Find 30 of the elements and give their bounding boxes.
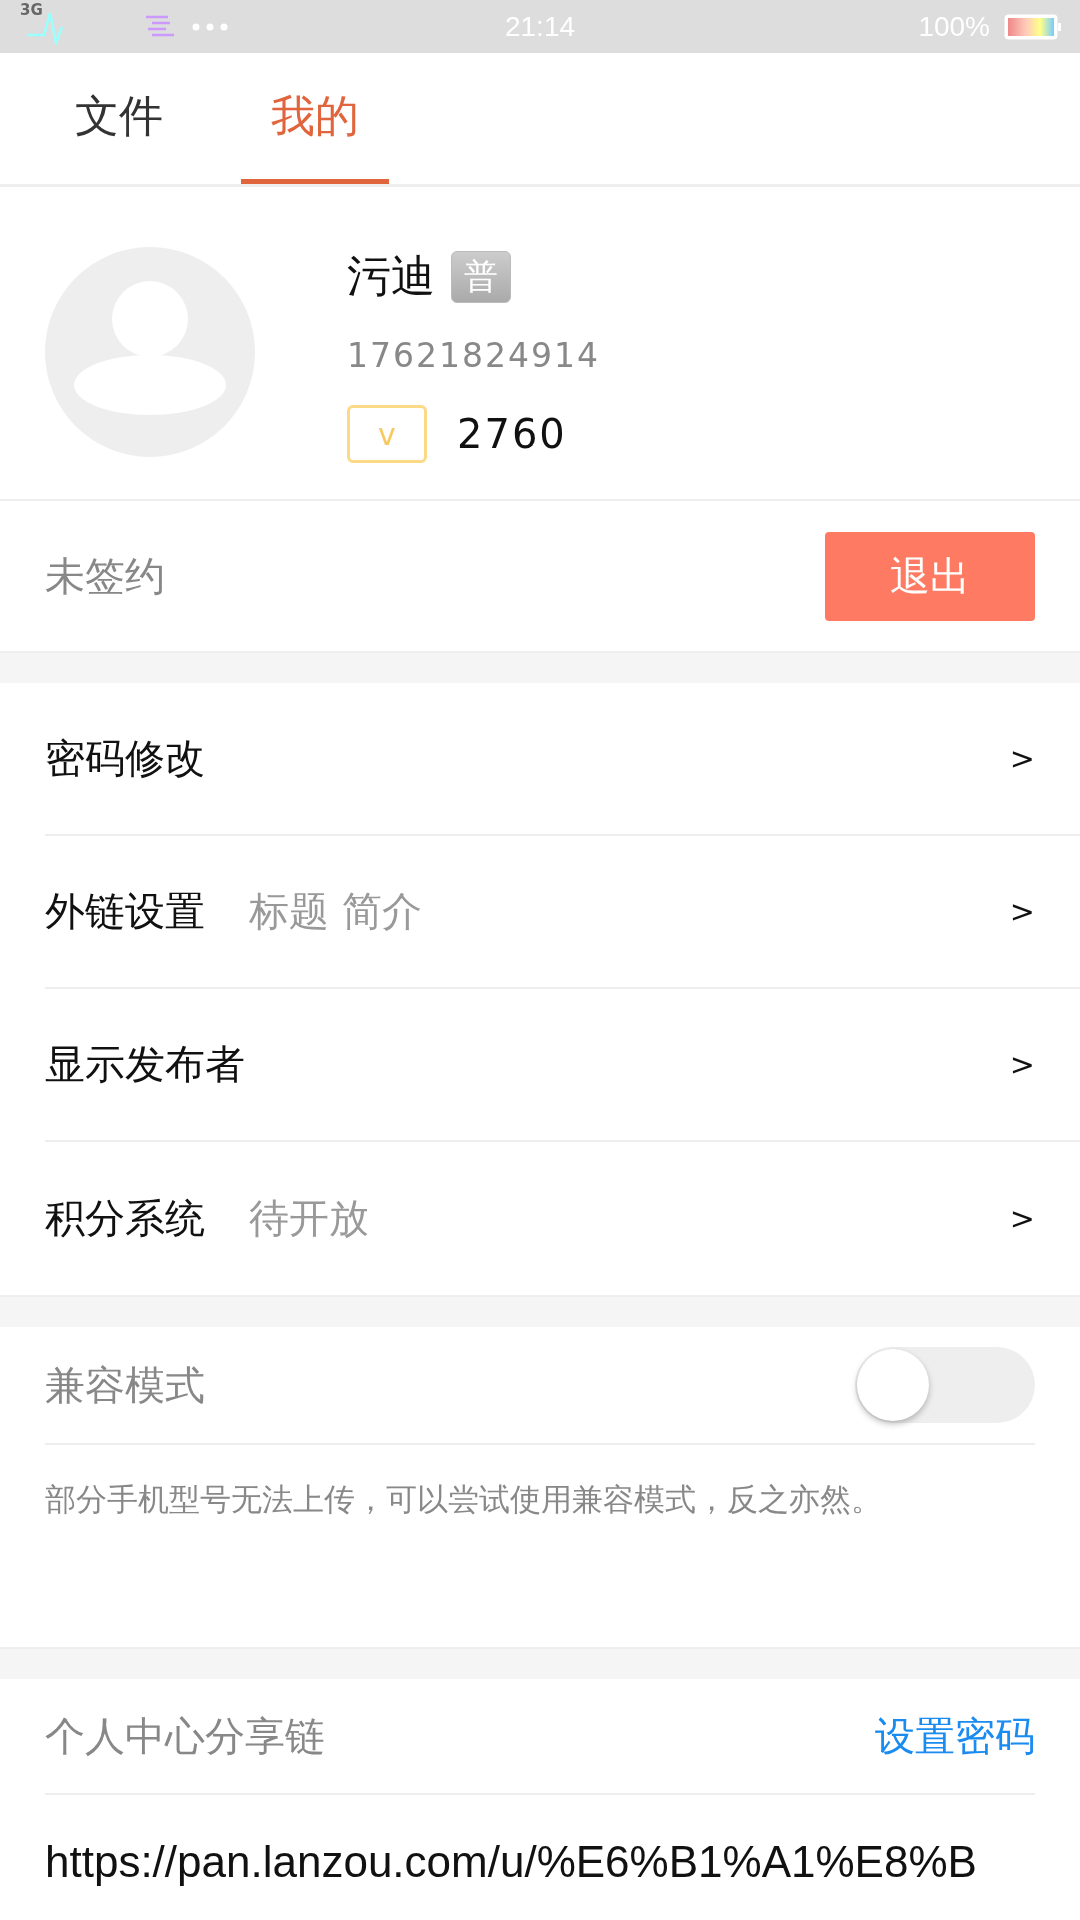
notification-icon	[146, 14, 176, 39]
level-badge: 普	[451, 250, 511, 303]
setting-description: 部分手机型号无法上传，可以尝试使用兼容模式，反之亦然。	[45, 1480, 883, 1519]
phone-number: 17621824914	[347, 336, 600, 375]
menu-label: 积分系统	[45, 1194, 205, 1243]
share-url: https://pan.lanzou.com/u/%E6%B1%A1%E8%B	[45, 1837, 978, 1887]
chevron-icon: >	[1009, 1047, 1035, 1082]
share-title: 个人中心分享链	[45, 1711, 325, 1761]
chevron-icon: >	[1009, 741, 1035, 776]
menu-item[interactable]: 外链设置 标题 简介 >	[45, 836, 1080, 989]
menu-label: 密码修改	[45, 734, 205, 783]
menu-item[interactable]: 积分系统 待开放 >	[45, 1142, 1080, 1295]
setting-label: 兼容模式	[45, 1360, 205, 1410]
menu-hint: 标题 简介	[249, 887, 422, 936]
points-value: 2760	[457, 411, 567, 457]
vip-badge: v	[347, 405, 427, 463]
chevron-icon: >	[1009, 1201, 1035, 1236]
user-name: 污迪	[347, 249, 435, 303]
menu-label: 显示发布者	[45, 1040, 245, 1089]
menu-item[interactable]: 显示发布者 >	[45, 989, 1080, 1142]
chevron-icon: >	[1009, 894, 1035, 929]
network-label: 3G	[20, 1, 43, 19]
menu-item[interactable]: 密码修改 >	[45, 683, 1080, 836]
toggle-switch[interactable]	[855, 1347, 1035, 1423]
menu-label: 外链设置	[45, 887, 205, 936]
battery-icon	[1004, 13, 1062, 40]
more-icon	[192, 22, 228, 31]
menu-hint: 待开放	[249, 1194, 369, 1243]
tab[interactable]: 文件	[45, 53, 193, 184]
contract-status: 未签约	[45, 551, 165, 601]
